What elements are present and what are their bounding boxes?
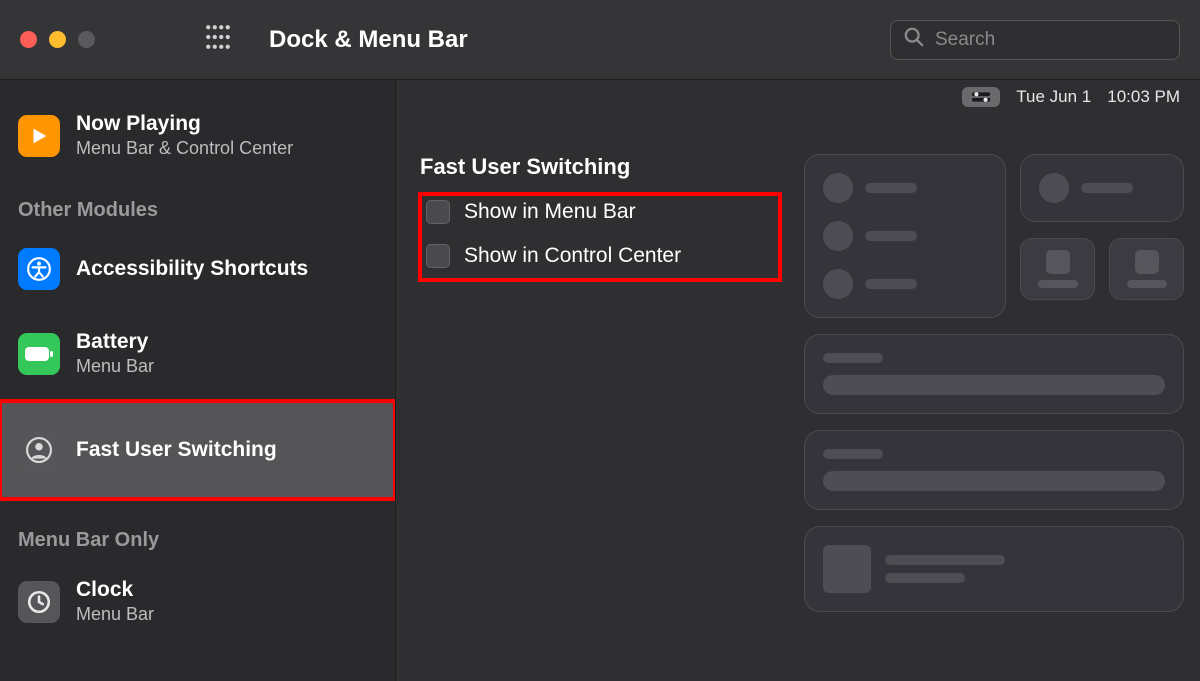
sidebar-item-label: Accessibility Shortcuts (76, 257, 308, 281)
settings-options: Show in Menu Bar Show in Control Center (420, 194, 780, 280)
search-box[interactable] (890, 20, 1180, 60)
option-show-in-menu-bar[interactable]: Show in Menu Bar (426, 200, 770, 224)
search-input[interactable] (935, 29, 1167, 51)
option-label: Show in Control Center (464, 244, 681, 268)
checkbox[interactable] (426, 200, 450, 224)
window-title: Dock & Menu Bar (269, 26, 468, 54)
battery-icon (18, 333, 60, 375)
control-center-preview (804, 154, 1184, 612)
nav-arrows (135, 31, 165, 49)
sidebar-item-now-playing[interactable]: Now Playing Menu Bar & Control Center (0, 102, 395, 169)
sidebar-item-clock[interactable]: Clock Menu Bar (0, 564, 395, 635)
sidebar-section-menu-bar-only: Menu Bar Only (0, 499, 395, 564)
option-show-in-control-center[interactable]: Show in Control Center (426, 244, 770, 268)
checkbox[interactable] (426, 244, 450, 268)
now-playing-icon (18, 115, 60, 157)
control-center-icon[interactable] (962, 87, 1000, 107)
sidebar-item-label: Now Playing (76, 112, 293, 136)
close-window-button[interactable] (20, 31, 37, 48)
status-time: 10:03 PM (1107, 87, 1180, 107)
sidebar-section-other-modules: Other Modules (0, 169, 395, 234)
show-all-button[interactable] (205, 24, 231, 55)
status-date: Tue Jun 1 (1016, 87, 1091, 107)
accessibility-icon (18, 248, 60, 290)
user-icon (18, 429, 60, 471)
sidebar-item-subtitle: Menu Bar (76, 604, 154, 625)
sidebar-item-battery[interactable]: Battery Menu Bar (0, 320, 395, 401)
detail-heading: Fast User Switching (420, 154, 780, 180)
sidebar-item-label: Battery (76, 330, 154, 354)
minimize-window-button[interactable] (49, 31, 66, 48)
sidebar-item-label: Clock (76, 578, 154, 602)
sidebar-item-subtitle: Menu Bar & Control Center (76, 138, 293, 159)
window-controls (20, 31, 95, 48)
option-label: Show in Menu Bar (464, 200, 636, 224)
sidebar-item-label: Fast User Switching (76, 438, 277, 462)
sidebar-item-subtitle: Menu Bar (76, 356, 154, 377)
zoom-window-button[interactable] (78, 31, 95, 48)
sidebar: Now Playing Menu Bar & Control Center Ot… (0, 80, 396, 681)
detail-pane: Tue Jun 1 10:03 PM Fast User Switching S… (396, 80, 1200, 681)
sidebar-item-fast-user-switching[interactable]: Fast User Switching (0, 401, 395, 499)
window-toolbar: Dock & Menu Bar (0, 0, 1200, 80)
menu-bar-preview: Tue Jun 1 10:03 PM (396, 80, 1200, 114)
clock-icon (18, 581, 60, 623)
search-icon (903, 26, 925, 53)
sidebar-item-accessibility-shortcuts[interactable]: Accessibility Shortcuts (0, 234, 395, 320)
